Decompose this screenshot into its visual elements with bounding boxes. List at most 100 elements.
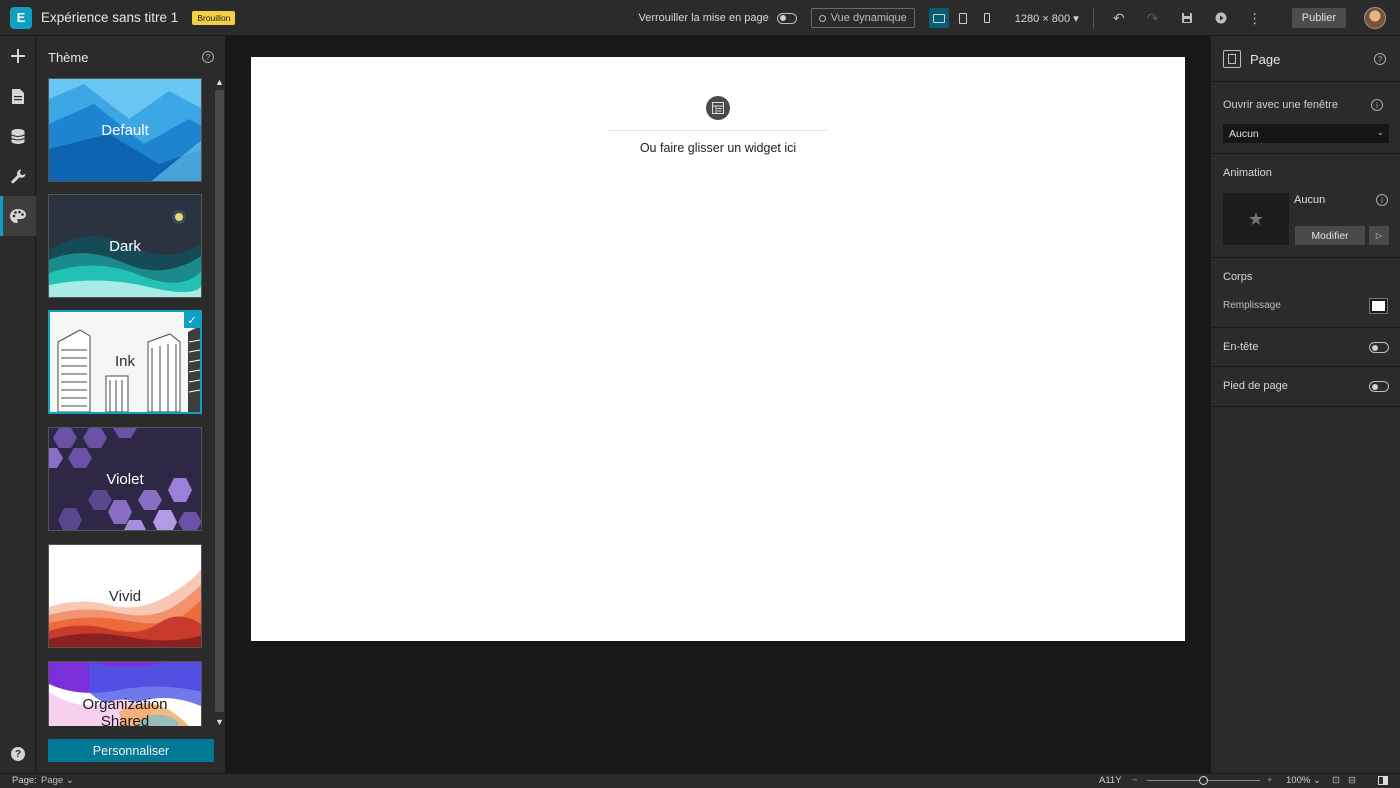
- desktop-device-button[interactable]: [928, 8, 949, 28]
- lock-layout-toggle[interactable]: [776, 12, 797, 24]
- theme-name: Dark: [109, 238, 141, 255]
- top-header: E Expérience sans titre 1 Brouillon Verr…: [0, 0, 1400, 36]
- accessibility-label[interactable]: A11Y: [1099, 775, 1122, 786]
- desktop-icon: [932, 13, 945, 23]
- theme-card-vivid[interactable]: Vivid: [48, 544, 202, 648]
- preview-icon[interactable]: [1211, 8, 1231, 28]
- open-window-select[interactable]: Aucun ⌄: [1223, 124, 1389, 143]
- play-animation-icon[interactable]: ▷: [1369, 226, 1389, 245]
- theme-panel: Thème ? Default Dark Ink ✓ Violet Vivid …: [36, 36, 226, 773]
- page-canvas[interactable]: Ou faire glisser un widget ici: [251, 57, 1185, 641]
- widget-placeholder-icon: [706, 96, 730, 120]
- animation-value: Aucun: [1294, 194, 1326, 206]
- modify-animation-button[interactable]: Modifier: [1295, 226, 1365, 245]
- rail-item-add[interactable]: [0, 36, 36, 76]
- page-settings-panel: Page ? Ouvrir avec une fenêtre i Aucun ⌄…: [1210, 36, 1400, 773]
- open-window-info-icon[interactable]: i: [1371, 99, 1383, 111]
- theme-card-ink[interactable]: Ink ✓: [48, 310, 202, 414]
- theme-card-default[interactable]: Default: [48, 78, 202, 182]
- theme-name: Ink: [114, 353, 135, 370]
- header-toggle[interactable]: [1369, 342, 1389, 353]
- theme-help-icon[interactable]: ?: [202, 51, 214, 63]
- animation-info-icon[interactable]: i: [1376, 194, 1388, 206]
- animation-star-icon: ★: [1223, 193, 1289, 245]
- page-help-icon[interactable]: ?: [1374, 53, 1386, 65]
- redo-icon[interactable]: ↷: [1143, 8, 1163, 28]
- theme-name: Organization Shared: [82, 696, 168, 726]
- scrollbar-thumb[interactable]: [215, 90, 224, 712]
- chevron-down-icon: ⌄: [1376, 127, 1384, 137]
- resolution-dropdown[interactable]: 1280 × 800 ▾: [1015, 12, 1079, 25]
- rail-item-tools[interactable]: [0, 156, 36, 196]
- draft-badge: Brouillon: [192, 10, 236, 25]
- footer-toggle[interactable]: [1369, 381, 1389, 392]
- theme-card-dark[interactable]: Dark: [48, 194, 202, 298]
- open-window-section: Ouvrir avec une fenêtre i: [1211, 82, 1400, 154]
- zoom-slider-thumb[interactable]: [1199, 776, 1208, 785]
- panel-toggle-icon[interactable]: [1378, 776, 1388, 785]
- fit-page-icon[interactable]: ⊟: [1348, 775, 1356, 786]
- header-section: En-tête: [1211, 328, 1400, 367]
- fill-label: Remplissage: [1223, 300, 1281, 311]
- drop-widget-text: Ou faire glisser un widget ici: [639, 141, 797, 155]
- scroll-down-icon[interactable]: ▼: [214, 716, 225, 728]
- tablet-device-button[interactable]: [953, 8, 973, 28]
- page-header-section: Page ?: [1211, 36, 1400, 82]
- rail-item-page[interactable]: [0, 76, 36, 116]
- customize-button[interactable]: Personnaliser: [48, 739, 214, 762]
- app-logo-icon[interactable]: E: [10, 6, 32, 29]
- page-panel-title: Page: [1250, 52, 1281, 67]
- fit-width-icon[interactable]: ⊡: [1332, 775, 1340, 786]
- mobile-icon: [983, 13, 990, 23]
- publish-button[interactable]: Publier: [1291, 8, 1346, 28]
- page-icon: [1223, 50, 1241, 68]
- data-icon: [11, 128, 25, 144]
- page-selector[interactable]: Page ⌄: [41, 775, 74, 786]
- dynamic-view-button[interactable]: Vue dynamique: [810, 8, 915, 28]
- theme-list: Default Dark Ink ✓ Violet Vivid Organiza…: [48, 78, 202, 726]
- add-icon: [11, 49, 25, 63]
- theme-card-violet[interactable]: Violet: [48, 427, 202, 531]
- zoom-out-icon[interactable]: −: [1132, 775, 1138, 786]
- header-divider: [1092, 7, 1094, 29]
- fill-color-preview: [1372, 301, 1385, 311]
- open-window-value: Aucun: [1229, 127, 1259, 140]
- animation-label: Animation: [1223, 167, 1272, 179]
- theme-name: Vivid: [108, 588, 142, 605]
- mobile-device-button[interactable]: [977, 8, 997, 28]
- theme-card-organization-shared[interactable]: Organization Shared: [48, 661, 202, 726]
- tablet-icon: [958, 12, 967, 24]
- palette-icon: [10, 209, 26, 223]
- rail-item-data[interactable]: [0, 116, 36, 156]
- header-label: En-tête: [1223, 341, 1259, 353]
- theme-name: Violet: [106, 471, 144, 488]
- selected-check-icon: ✓: [184, 312, 200, 328]
- scroll-up-icon[interactable]: ▲: [214, 76, 225, 88]
- header-toolbar: Verrouiller la mise en page Vue dynamiqu…: [639, 0, 1400, 36]
- dynamic-view-icon: [818, 14, 826, 22]
- left-rail: ?: [0, 36, 36, 773]
- experience-title[interactable]: Expérience sans titre 1: [41, 10, 178, 25]
- user-avatar[interactable]: [1364, 7, 1386, 29]
- theme-list-scrollbar[interactable]: ▲ ▼: [214, 76, 225, 728]
- theme-panel-title: Thème: [48, 50, 89, 65]
- rail-item-theme[interactable]: [0, 196, 36, 236]
- save-icon[interactable]: [1177, 8, 1197, 28]
- footer-label: Pied de page: [1223, 380, 1288, 392]
- body-label: Corps: [1223, 271, 1253, 283]
- page-selector-value: Page: [41, 775, 64, 786]
- theme-name: Default: [101, 122, 149, 139]
- zoom-dropdown[interactable]: 100% ⌄: [1286, 775, 1321, 786]
- wrench-icon: [10, 169, 25, 183]
- open-window-label: Ouvrir avec une fenêtre: [1223, 99, 1338, 111]
- body-section: Corps Remplissage: [1211, 258, 1400, 328]
- undo-icon[interactable]: ↶: [1109, 8, 1129, 28]
- zoom-value: 100%: [1286, 775, 1311, 786]
- page-selector-label: Page:: [12, 775, 37, 786]
- drop-divider: [608, 130, 828, 131]
- logo-glyph: E: [16, 10, 26, 25]
- fill-color-swatch[interactable]: [1369, 298, 1388, 314]
- zoom-in-icon[interactable]: +: [1267, 775, 1273, 786]
- help-icon[interactable]: ?: [11, 747, 25, 761]
- more-options-icon[interactable]: ⋮: [1245, 8, 1265, 28]
